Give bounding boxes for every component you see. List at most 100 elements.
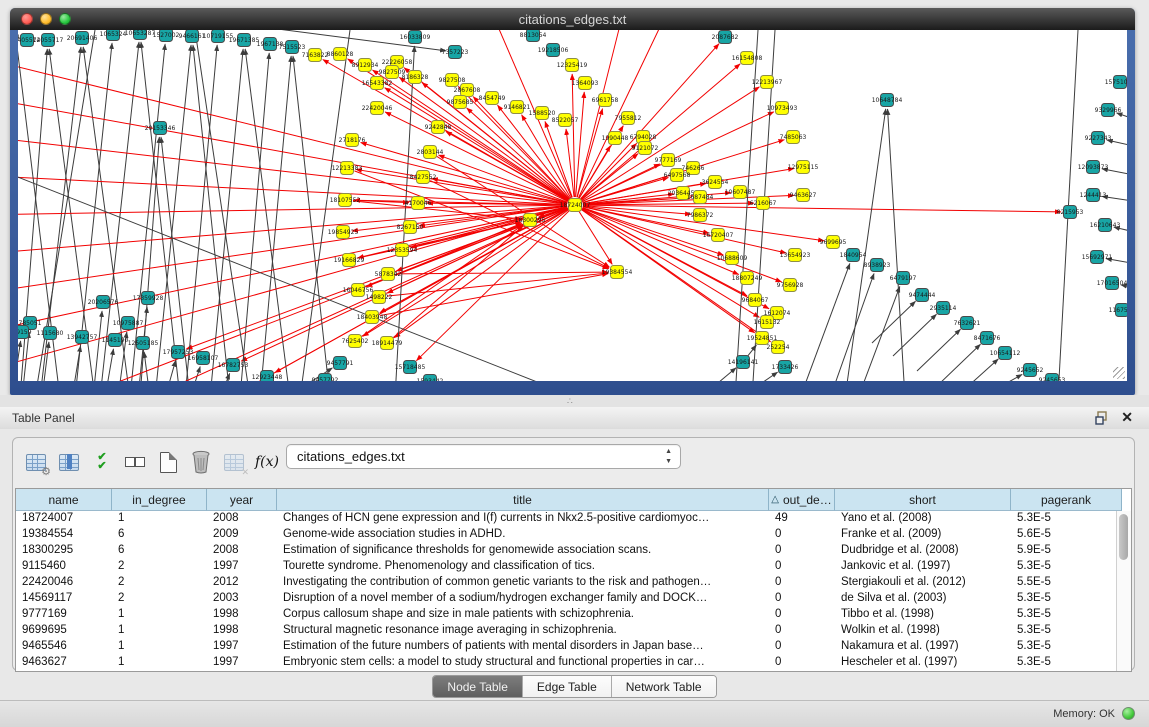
citation-edge-black[interactable] — [185, 45, 217, 381]
table-cell[interactable]: 0 — [769, 639, 835, 655]
graph-node[interactable]: 1840954 — [840, 249, 867, 262]
graph-node[interactable]: 12213967 — [752, 76, 783, 89]
graph-node[interactable]: 2935114 — [930, 302, 957, 315]
table-cell[interactable]: 0 — [769, 559, 835, 575]
citation-edge-red[interactable] — [577, 109, 602, 198]
citation-edge-red[interactable] — [20, 208, 568, 381]
graph-node[interactable]: 8522057 — [552, 114, 579, 127]
citation-edge-black[interactable] — [245, 49, 290, 381]
panel-divider[interactable]: ∴ — [0, 395, 1149, 407]
column-header-in_degree[interactable]: in_degree — [112, 489, 207, 511]
graph-node[interactable]: 1065324 — [100, 30, 127, 41]
graph-node[interactable]: 12975115 — [788, 161, 819, 174]
citation-edge-black[interactable] — [830, 273, 874, 381]
graph-node[interactable]: 17359928 — [133, 292, 164, 305]
show-column-button[interactable] — [56, 449, 82, 475]
citation-edge-black[interactable] — [893, 314, 937, 356]
graph-node[interactable]: 10688609 — [717, 252, 748, 265]
table-row[interactable]: 977716911998Corpus callosum shape and si… — [16, 607, 1131, 623]
table-cell[interactable]: 1 — [112, 511, 207, 527]
table-cell[interactable]: Jankovic et al. (1997) — [835, 559, 1011, 575]
table-cell[interactable]: 5.3E-5 — [1011, 591, 1122, 607]
table-cell[interactable]: Estimation of the future numbers of pati… — [277, 639, 769, 655]
citation-edge-red[interactable] — [580, 44, 719, 199]
graph-node[interactable]: 5878342 — [375, 268, 402, 281]
graph-node[interactable]: 6961758 — [592, 94, 619, 107]
table-cell[interactable]: 2003 — [207, 591, 277, 607]
table-row[interactable]: 2242004622012Investigating the contribut… — [16, 575, 1131, 591]
citation-edge-black[interactable] — [1117, 113, 1127, 128]
graph-node[interactable]: 19671385 — [229, 34, 260, 47]
graph-node[interactable]: 7485063 — [780, 131, 807, 144]
graph-node[interactable]: 10653287 — [125, 30, 156, 40]
graph-node[interactable]: 7986372 — [687, 209, 714, 222]
column-header-year[interactable]: year — [207, 489, 277, 511]
table-cell[interactable]: Wolkin et al. (1998) — [835, 623, 1011, 639]
table-cell[interactable]: Dudbridge et al. (2008) — [835, 543, 1011, 559]
citation-edge-black[interactable] — [105, 349, 113, 381]
table-row[interactable]: 1872400712008Changes of HCN gene express… — [16, 511, 1131, 527]
table-cell[interactable]: 9777169 — [16, 607, 112, 623]
graph-node[interactable]: 22420046 — [362, 102, 393, 115]
unselect-rows-button[interactable] — [122, 449, 148, 475]
window-resize-grip[interactable] — [1113, 367, 1125, 379]
table-cell[interactable]: Investigating the contribution of common… — [277, 575, 769, 591]
citation-edge-red[interactable] — [18, 206, 567, 295]
table-row[interactable]: 1938455462009Genome-wide association stu… — [16, 527, 1131, 543]
citation-edge-black[interactable] — [72, 346, 81, 381]
table-cell[interactable]: Corpus callosum shape and size in male p… — [277, 607, 769, 623]
graph-node[interactable]: 1167533 — [1109, 304, 1127, 317]
graph-node[interactable]: 1527002 — [153, 30, 180, 42]
graph-node[interactable]: 7632621 — [954, 317, 981, 330]
table-row[interactable]: 946362711997Embryonic stem cells: a mode… — [16, 655, 1131, 671]
select-all-rows-button[interactable]: ✔✔ — [89, 449, 115, 475]
graph-node[interactable]: 15718485 — [395, 361, 426, 374]
graph-node[interactable]: 9245653 — [1039, 374, 1066, 382]
graph-node[interactable]: 19218506 — [538, 44, 569, 57]
table-cell[interactable]: 1998 — [207, 607, 277, 623]
graph-node[interactable]: 10654112 — [990, 347, 1021, 360]
citation-edge-red[interactable] — [576, 92, 585, 197]
citation-edge-black[interactable] — [161, 137, 190, 381]
citation-edge-black[interactable] — [740, 372, 778, 381]
table-cell[interactable]: 0 — [769, 543, 835, 559]
citation-network-graph[interactable]: 1830029571638228860128891293422226058982… — [18, 30, 1127, 381]
graph-node[interactable]: 12923448 — [252, 371, 283, 382]
graph-node[interactable]: 10648784 — [872, 94, 903, 107]
citation-edge-black[interactable] — [980, 374, 1022, 381]
float-panel-icon[interactable] — [1095, 411, 1109, 425]
table-cell[interactable]: Nakamura et al. (1997) — [835, 639, 1011, 655]
graph-node[interactable]: 8454749 — [479, 92, 506, 105]
graph-node[interactable]: 252254 — [767, 341, 790, 354]
citation-edge-black[interactable] — [210, 49, 243, 381]
citation-edge-red[interactable] — [361, 143, 568, 203]
graph-node[interactable]: 17016504 — [1097, 277, 1127, 290]
graph-node[interactable]: 9457792 — [312, 374, 339, 382]
network-window[interactable]: citations_edges.txt 18300295716382288601… — [10, 8, 1135, 395]
table-cell[interactable]: 5.3E-5 — [1011, 511, 1122, 527]
table-cell[interactable]: Tourette syndrome. Phenomenology and cla… — [277, 559, 769, 575]
table-cell[interactable]: Embryonic stem cells: a model to study s… — [277, 655, 769, 671]
table-cell[interactable]: 9699695 — [16, 623, 112, 639]
table-settings-button[interactable]: ⚙ — [23, 449, 49, 475]
create-column-button[interactable] — [155, 449, 181, 475]
tab-network-table[interactable]: Network Table — [612, 676, 716, 697]
graph-node[interactable]: 18107552 — [330, 194, 361, 207]
citation-edge-red[interactable] — [416, 211, 569, 361]
graph-node[interactable]: 8471676 — [974, 332, 1001, 345]
table-cell[interactable]: 22420046 — [16, 575, 112, 591]
graph-node[interactable]: 9227343 — [1085, 132, 1112, 145]
table-cell[interactable]: 0 — [769, 575, 835, 591]
table-cell[interactable]: 2012 — [207, 575, 277, 591]
graph-node[interactable]: 7163822 — [302, 49, 329, 62]
graph-node[interactable]: 8860128 — [327, 48, 354, 61]
table-cell[interactable]: 1997 — [207, 639, 277, 655]
citation-edge-black[interactable] — [937, 344, 981, 381]
tab-edge-table[interactable]: Edge Table — [523, 676, 612, 697]
citation-edge-black[interactable] — [93, 311, 102, 381]
graph-node[interactable]: 9463627 — [790, 189, 817, 202]
citation-edge-red[interactable] — [396, 272, 608, 274]
table-cell[interactable]: 1 — [112, 639, 207, 655]
graph-node[interactable]: 1115680 — [37, 327, 64, 340]
table-cell[interactable]: 49 — [769, 511, 835, 527]
